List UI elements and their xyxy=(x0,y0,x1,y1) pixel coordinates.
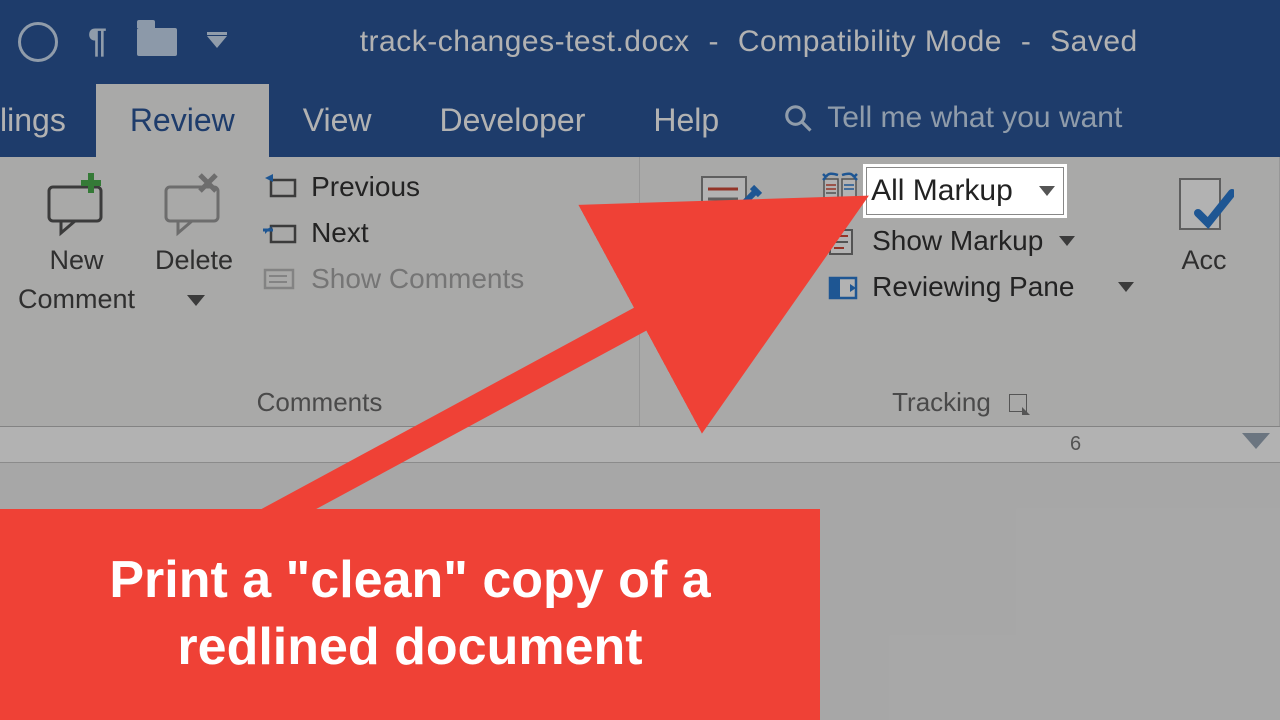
document-filename: track-changes-test.docx xyxy=(360,25,690,58)
tell-me-placeholder: Tell me what you want xyxy=(827,101,1122,135)
track-changes-icon xyxy=(690,169,768,237)
qat-customize-icon[interactable] xyxy=(207,36,227,48)
title-bar: ¶ track-changes-test.docx - Compatibilit… xyxy=(0,0,1280,83)
reviewing-pane-label: Reviewing Pane xyxy=(872,271,1074,303)
right-indent-marker-icon[interactable] xyxy=(1242,433,1270,449)
title-sep2: - xyxy=(1021,25,1032,58)
show-markup-icon xyxy=(826,226,860,256)
chevron-down-icon xyxy=(1059,236,1075,246)
new-comment-line1: New xyxy=(50,245,104,276)
ribbon: New Comment Delete Previous xyxy=(0,157,1280,427)
delete-comment-button[interactable]: Delete xyxy=(145,165,243,379)
previous-comment-button[interactable]: Previous xyxy=(255,167,530,207)
touch-mode-icon[interactable] xyxy=(18,22,58,62)
group-comments: New Comment Delete Previous xyxy=(0,157,640,426)
track-changes-line1: Track xyxy=(696,245,763,276)
quick-access-toolbar: ¶ xyxy=(10,22,227,62)
tell-me-search[interactable]: Tell me what you want xyxy=(753,89,1142,157)
reviewing-pane-icon xyxy=(826,272,860,302)
accept-label: Acc xyxy=(1181,245,1226,276)
display-for-review-dropdown[interactable]: All Markup xyxy=(866,167,1064,215)
track-changes-line2: Changes xyxy=(664,284,772,314)
save-status: Saved xyxy=(1050,25,1138,58)
chevron-down-icon xyxy=(1039,186,1055,196)
annotation-text: Print a "clean" copy of a redlined docum… xyxy=(109,551,710,677)
show-markup-button[interactable]: Show Markup xyxy=(820,221,1140,261)
chevron-down-icon xyxy=(776,295,794,306)
compatibility-mode-label: Compatibility Mode xyxy=(738,25,1002,58)
group-comments-label: Comments xyxy=(14,379,625,424)
dialog-launcher-icon[interactable] xyxy=(1009,394,1027,412)
ribbon-tabs: lings Review View Developer Help Tell me… xyxy=(0,83,1280,157)
show-comments-icon xyxy=(261,264,299,294)
show-comments-button[interactable]: Show Comments xyxy=(255,259,530,299)
previous-comment-icon xyxy=(261,172,299,202)
pilcrow-icon[interactable]: ¶ xyxy=(88,22,107,61)
delete-label: Delete xyxy=(155,245,233,276)
new-comment-line2: Comment xyxy=(18,284,135,318)
show-comments-label: Show Comments xyxy=(311,263,524,295)
next-comment-icon xyxy=(261,218,299,248)
ruler[interactable]: 6 xyxy=(0,427,1280,463)
open-folder-icon[interactable] xyxy=(137,28,177,56)
accept-icon xyxy=(1174,169,1234,237)
next-comment-button[interactable]: Next xyxy=(255,213,530,253)
chevron-down-icon xyxy=(187,295,205,306)
display-for-review-icon xyxy=(820,171,860,211)
reviewing-pane-button[interactable]: Reviewing Pane xyxy=(820,267,1140,307)
title-sep: - xyxy=(709,25,720,58)
window-title: track-changes-test.docx - Compatibility … xyxy=(227,25,1270,59)
previous-label: Previous xyxy=(311,171,420,203)
tab-help[interactable]: Help xyxy=(619,84,753,157)
tab-developer[interactable]: Developer xyxy=(406,84,620,157)
group-tracking-label: Tracking xyxy=(654,379,1265,424)
search-icon xyxy=(783,103,813,133)
track-changes-button[interactable]: Track Changes xyxy=(654,165,804,379)
group-tracking: Track Changes All Markup xyxy=(640,157,1280,426)
tab-view[interactable]: View xyxy=(269,84,406,157)
new-comment-icon xyxy=(41,169,113,237)
next-label: Next xyxy=(311,217,369,249)
annotation-callout: Print a "clean" copy of a redlined docum… xyxy=(0,509,820,720)
tab-review[interactable]: Review xyxy=(96,84,269,157)
chevron-down-icon xyxy=(1118,282,1134,292)
delete-comment-icon xyxy=(158,169,230,237)
markup-display-value: All Markup xyxy=(871,174,1013,208)
new-comment-button[interactable]: New Comment xyxy=(8,165,145,379)
show-markup-label: Show Markup xyxy=(872,225,1043,257)
tab-mailings-partial[interactable]: lings xyxy=(0,84,96,157)
ruler-tick-6: 6 xyxy=(1070,433,1081,456)
accept-button-partial[interactable]: Acc xyxy=(1164,165,1244,379)
